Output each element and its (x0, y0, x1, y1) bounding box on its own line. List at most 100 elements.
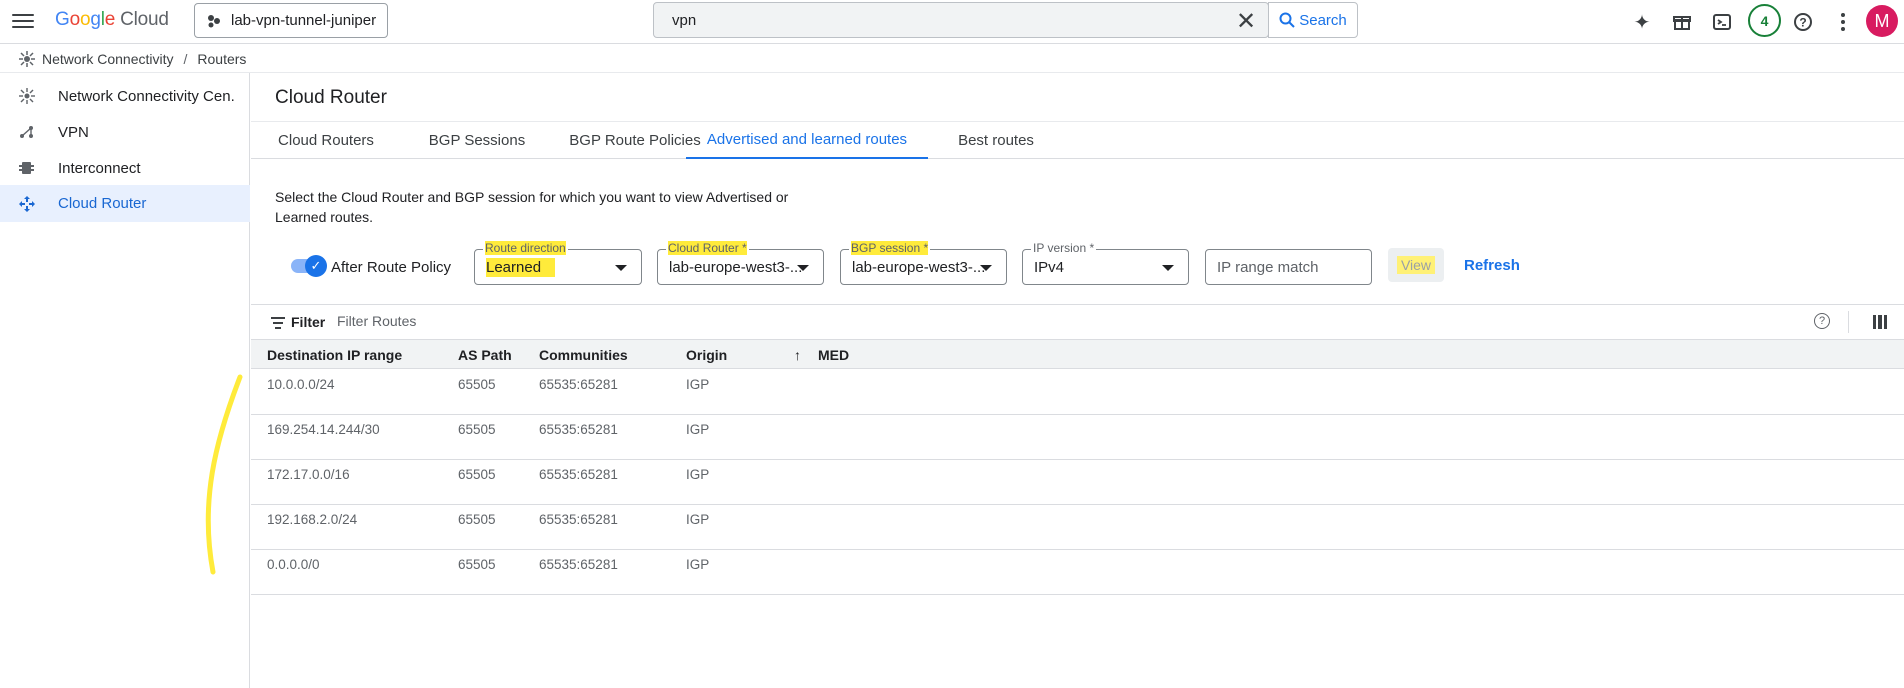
cell-origin: IGP (686, 467, 710, 482)
table-row: 10.0.0.0/24 65505 65535:65281 IGP (251, 370, 1904, 415)
tab-bgp-sessions[interactable]: BGP Sessions (403, 122, 551, 159)
chevron-down-icon (1162, 265, 1174, 271)
table-row: 169.254.14.244/30 65505 65535:65281 IGP (251, 415, 1904, 460)
google-cloud-logo[interactable]: Google Cloud (55, 9, 169, 31)
cell-communities: 65535:65281 (539, 377, 618, 392)
field-placeholder: IP range match (1217, 259, 1319, 276)
sidebar-item-ncc[interactable]: Network Connectivity Cen... (0, 79, 250, 113)
menu-icon[interactable] (12, 10, 34, 32)
column-header-destination[interactable]: Destination IP range (267, 347, 402, 363)
field-value: Learned (486, 258, 556, 277)
gemini-icon[interactable]: ✦ (1628, 8, 1656, 36)
cell-as-path: 65505 (458, 377, 496, 392)
sidebar-item-interconnect[interactable]: Interconnect (0, 151, 250, 185)
refresh-button[interactable]: Refresh (1464, 257, 1520, 274)
tab-cloud-routers[interactable]: Cloud Routers (271, 122, 381, 159)
sidebar-item-cloud-router[interactable]: Cloud Router (0, 185, 250, 222)
column-display-icon[interactable] (1873, 315, 1887, 329)
project-icon (208, 14, 220, 27)
sidebar-item-vpn[interactable]: VPN (0, 115, 250, 149)
project-name: lab-vpn-tunnel-juniper (231, 12, 377, 29)
filter-icon[interactable] (271, 317, 285, 332)
cell-communities: 65535:65281 (539, 557, 618, 572)
sidebar-item-label: Cloud Router (58, 195, 147, 212)
route-direction-select[interactable]: Route direction Learned (474, 241, 642, 285)
breadcrumb-section[interactable]: Network Connectivity (42, 51, 174, 67)
column-header-med[interactable]: MED (818, 347, 849, 363)
table-row: 172.17.0.0/16 65505 65535:65281 IGP (251, 460, 1904, 505)
field-label: Cloud Router * (666, 241, 749, 255)
cell-origin: IGP (686, 422, 710, 437)
search-input[interactable]: vpn ✕ (653, 2, 1269, 38)
bgp-session-select[interactable]: BGP session * lab-europe-west3-... (840, 241, 1007, 285)
search-icon (1279, 12, 1295, 28)
breadcrumb-page[interactable]: Routers (197, 51, 246, 67)
chevron-down-icon (797, 265, 809, 271)
cell-destination: 0.0.0.0/0 (267, 557, 320, 572)
cell-as-path: 65505 (458, 557, 496, 572)
divider (1848, 311, 1849, 333)
cell-communities: 65535:65281 (539, 512, 618, 527)
avatar[interactable]: M (1866, 5, 1898, 37)
chevron-down-icon (980, 265, 992, 271)
cell-as-path: 65505 (458, 467, 496, 482)
table-header: Destination IP range AS Path Communities… (251, 339, 1904, 369)
sidebar-item-label: VPN (58, 123, 89, 141)
field-value: IPv4 (1034, 259, 1065, 276)
check-icon: ✓ (305, 255, 327, 277)
view-button[interactable]: View (1388, 248, 1444, 282)
column-header-as-path[interactable]: AS Path (458, 347, 512, 363)
instructions-text: Select the Cloud Router and BGP session … (275, 189, 789, 225)
cell-as-path: 65505 (458, 422, 496, 437)
tab-advertised-learned-routes[interactable]: Advertised and learned routes (686, 122, 928, 159)
sort-arrow-icon[interactable]: ↑ (794, 347, 801, 363)
main-content: Cloud Router Cloud Routers BGP Sessions … (251, 73, 1904, 688)
clear-icon[interactable]: ✕ (1236, 7, 1256, 36)
page-title: Cloud Router (275, 87, 387, 108)
ip-range-match-input[interactable]: IP range match (1205, 249, 1372, 285)
more-vert-icon[interactable] (1829, 8, 1857, 36)
ip-version-select[interactable]: IP version * IPv4 (1022, 241, 1189, 285)
cell-destination: 192.168.2.0/24 (267, 512, 358, 527)
chevron-down-icon (615, 265, 627, 271)
view-button-label: View (1396, 256, 1436, 274)
sidebar-item-label: Interconnect (58, 159, 141, 177)
cell-origin: IGP (686, 512, 710, 527)
cell-origin: IGP (686, 377, 710, 392)
logo-google: Google (55, 9, 116, 30)
cell-destination: 172.17.0.0/16 (267, 467, 350, 482)
cell-destination: 169.254.14.244/30 (267, 422, 380, 437)
help-icon[interactable]: ? (1814, 313, 1830, 329)
search-button[interactable]: Search (1268, 2, 1358, 38)
toggle-label: After Route Policy (331, 259, 452, 276)
cell-communities: 65535:65281 (539, 467, 618, 482)
tab-best-routes[interactable]: Best routes (931, 122, 1061, 159)
table-row: 192.168.2.0/24 65505 65535:65281 IGP (251, 505, 1904, 550)
field-value: lab-europe-west3-... (669, 259, 803, 276)
field-label: Route direction (483, 241, 568, 255)
column-header-origin[interactable]: Origin (686, 347, 727, 363)
gift-icon[interactable] (1668, 8, 1696, 36)
help-icon[interactable]: ? (1789, 8, 1817, 36)
notifications-badge[interactable]: 4 (1748, 4, 1781, 37)
cloud-shell-icon[interactable] (1708, 8, 1736, 36)
after-route-policy-toggle[interactable]: ✓ (291, 255, 327, 277)
cell-as-path: 65505 (458, 512, 496, 527)
filter-label[interactable]: Filter (291, 314, 325, 330)
hub-icon (18, 87, 36, 105)
breadcrumb: Network Connectivity / Routers (18, 50, 246, 68)
cell-origin: IGP (686, 557, 710, 572)
cloud-router-select[interactable]: Cloud Router * lab-europe-west3-... (657, 241, 824, 285)
highlighter-annotation (205, 374, 243, 575)
svg-text:?: ? (1799, 16, 1806, 30)
column-header-communities[interactable]: Communities (539, 347, 628, 363)
field-label: BGP session * (849, 241, 931, 255)
interconnect-icon (18, 159, 36, 177)
project-picker[interactable]: lab-vpn-tunnel-juniper (194, 3, 388, 38)
field-value: lab-europe-west3-... (852, 259, 986, 276)
filter-input[interactable]: Filter Routes (337, 313, 416, 329)
router-icon (18, 195, 36, 213)
tab-bar: Cloud Routers BGP Sessions BGP Route Pol… (251, 122, 1904, 159)
search-button-label: Search (1299, 11, 1347, 29)
network-connectivity-icon (19, 51, 35, 67)
